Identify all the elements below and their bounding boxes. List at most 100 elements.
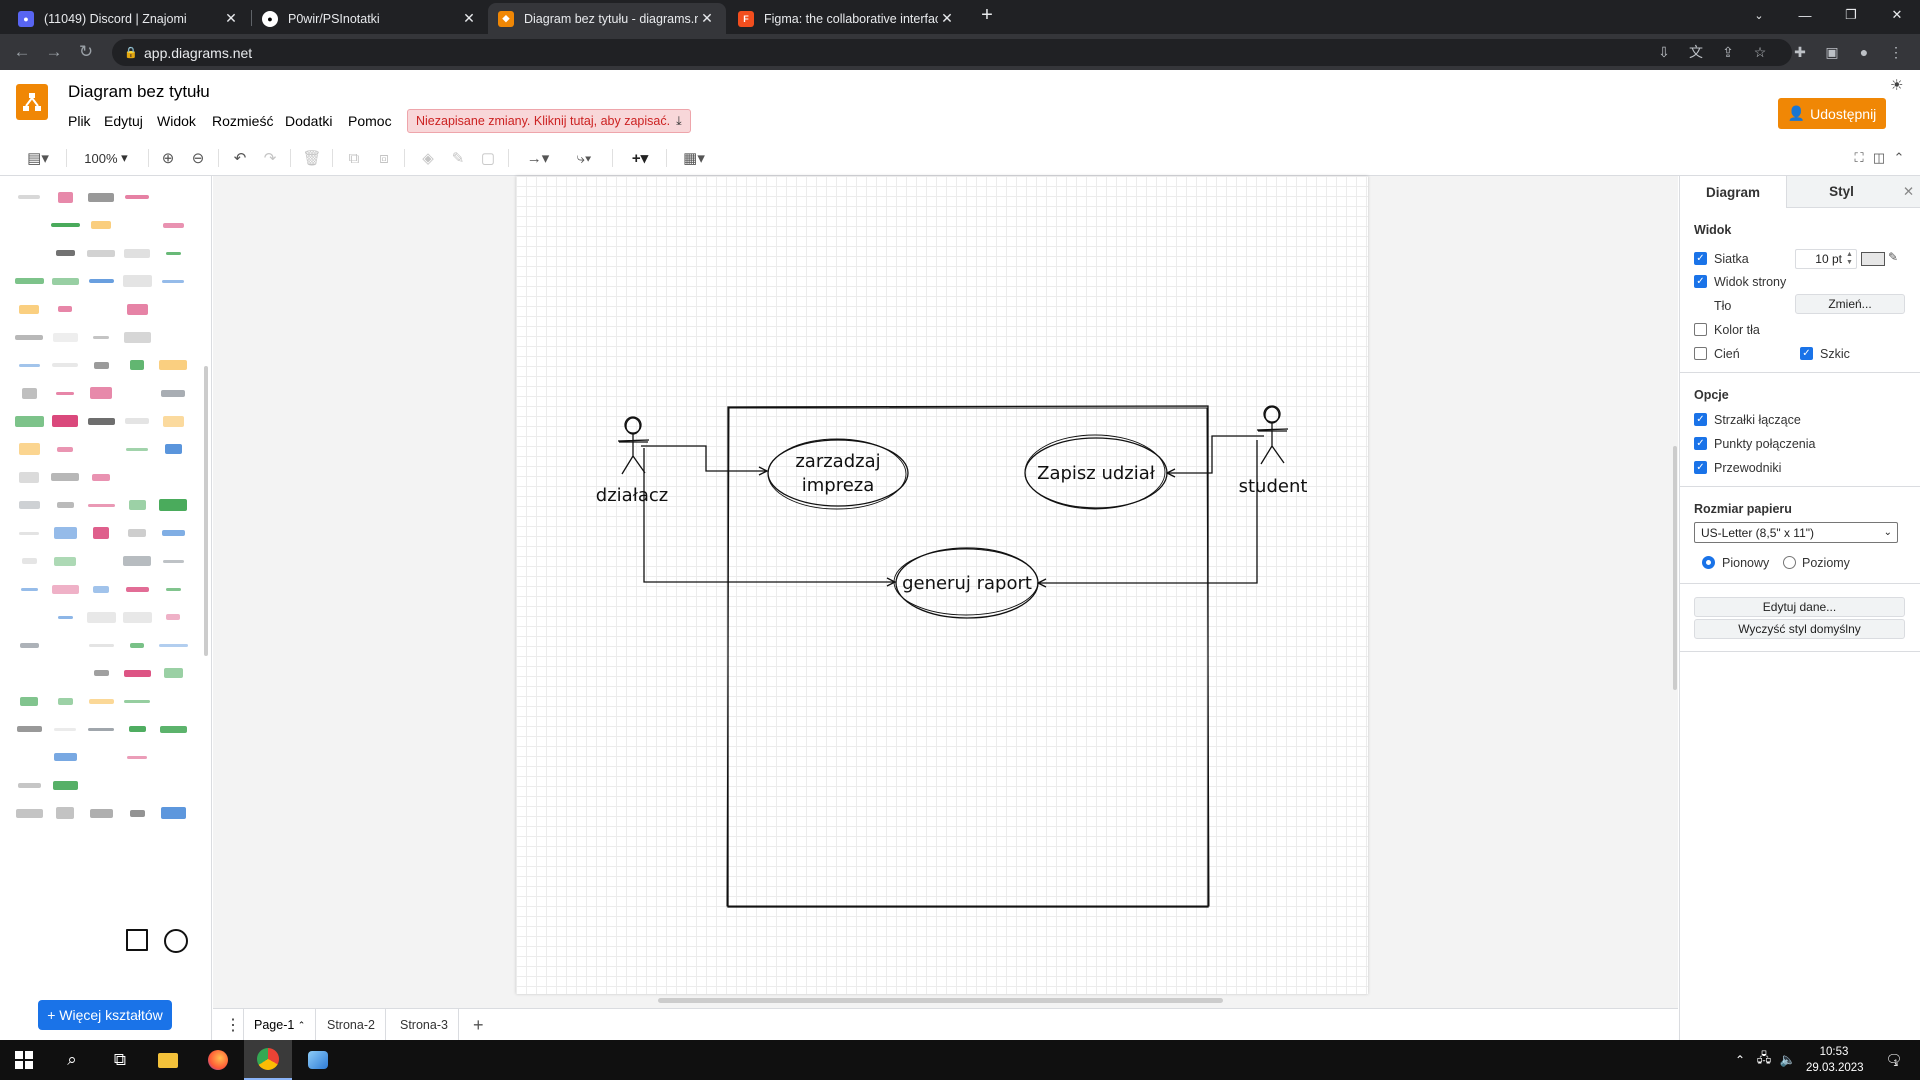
shape-thumbnail[interactable] <box>122 611 152 623</box>
share-button[interactable]: 👤 Udostępnij <box>1778 98 1886 129</box>
profile-icon[interactable]: ● <box>1850 34 1878 70</box>
shape-thumbnail[interactable] <box>57 446 73 452</box>
shape-thumbnail[interactable] <box>163 668 183 678</box>
browser-tab-figma[interactable]: F Figma: the collaborative interface ✕ <box>728 3 966 34</box>
tab-diagram[interactable]: Diagram <box>1680 176 1786 208</box>
shape-thumbnail[interactable] <box>57 615 73 619</box>
shape-thumbnail[interactable] <box>57 697 73 705</box>
chrome-icon[interactable] <box>244 1040 292 1080</box>
new-tab-button[interactable]: + <box>970 0 1004 30</box>
grid-checkbox[interactable]: ✓ <box>1694 252 1707 265</box>
shape-thumbnail[interactable] <box>125 195 149 199</box>
shape-thumbnail[interactable] <box>130 642 144 648</box>
shape-thumbnail[interactable] <box>14 415 44 427</box>
shape-thumbnail[interactable] <box>159 360 187 370</box>
delete-icon[interactable]: 🗑 <box>300 140 324 176</box>
shape-thumbnail[interactable] <box>125 586 149 592</box>
shape-thumbnail[interactable] <box>19 531 39 535</box>
shape-thumbnail[interactable] <box>126 929 148 951</box>
shape-thumbnail[interactable] <box>56 391 74 395</box>
shape-thumbnail[interactable] <box>56 502 74 508</box>
shape-thumbnail[interactable] <box>21 387 37 399</box>
change-background-button[interactable]: Zmień... <box>1795 294 1905 314</box>
tray-chevron-icon[interactable]: ⌃ <box>1728 1040 1752 1080</box>
shape-thumbnail[interactable] <box>87 417 115 425</box>
shape-thumbnail[interactable] <box>123 556 151 566</box>
back-icon[interactable]: ← <box>6 34 38 70</box>
shape-thumbnail[interactable] <box>161 530 185 536</box>
shape-thumbnail[interactable] <box>88 192 114 202</box>
use-case-diagram[interactable]: działacz student zarzadzaj impreza Zapis… <box>516 176 1368 994</box>
notifications-icon[interactable]: 🗨 1 <box>1872 1040 1912 1080</box>
restore-button[interactable]: ❐ <box>1828 0 1874 30</box>
browser-menu-icon[interactable]: ⋮ <box>1882 34 1910 70</box>
shape-thumbnail[interactable] <box>162 222 184 228</box>
forward-icon[interactable]: → <box>38 34 70 70</box>
shape-thumbnail[interactable] <box>19 471 39 483</box>
close-tab-icon[interactable]: ✕ <box>698 10 716 27</box>
sketch-checkbox[interactable]: ✓ <box>1800 347 1813 360</box>
collapse-icon[interactable]: ⌃ <box>1888 140 1910 176</box>
shape-thumbnail[interactable] <box>14 278 44 284</box>
shape-thumbnail[interactable] <box>15 334 43 340</box>
shape-thumbnail[interactable] <box>19 642 39 648</box>
shape-thumbnail[interactable] <box>162 559 184 563</box>
vertical-scrollbar[interactable] <box>1673 446 1677 690</box>
shape-thumbnail[interactable] <box>88 279 114 283</box>
shape-thumbnail[interactable] <box>93 670 109 676</box>
actor-student[interactable] <box>1256 405 1289 465</box>
shape-thumbnail[interactable] <box>20 696 38 706</box>
paint-icon[interactable] <box>294 1040 342 1080</box>
shape-thumbnail[interactable] <box>89 808 113 818</box>
shadow-icon[interactable]: ▢ <box>476 140 500 176</box>
shape-thumbnail[interactable] <box>125 418 149 424</box>
shape-thumbnail[interactable] <box>18 443 40 455</box>
shape-thumbnail[interactable] <box>92 473 110 481</box>
shape-thumbnail[interactable] <box>18 501 40 509</box>
connector-student-zapisz[interactable] <box>1167 435 1264 473</box>
shape-thumbnail[interactable] <box>16 726 42 732</box>
theme-toggle-icon[interactable]: ☀ <box>1890 76 1903 94</box>
to-back-icon[interactable]: ⧈ <box>372 140 396 176</box>
redo-icon[interactable]: ↷ <box>258 140 282 176</box>
more-shapes-button[interactable]: + Więcej kształtów <box>38 1000 172 1030</box>
shape-thumbnail[interactable] <box>52 415 78 427</box>
shadow-checkbox[interactable] <box>1694 347 1707 360</box>
menu-arrange[interactable]: Rozmieść <box>212 113 273 129</box>
shape-thumbnail[interactable] <box>87 503 115 507</box>
shape-thumbnail[interactable] <box>87 249 115 257</box>
shape-thumbnail[interactable] <box>53 753 77 761</box>
shape-thumbnail[interactable] <box>123 331 151 343</box>
shape-thumbnail[interactable] <box>21 558 37 564</box>
tab-style[interactable]: Styl <box>1786 176 1896 208</box>
close-tab-icon[interactable]: ✕ <box>938 10 956 27</box>
shape-thumbnail[interactable] <box>126 303 148 315</box>
shape-thumbnail[interactable] <box>51 473 79 481</box>
shape-thumbnail[interactable] <box>162 279 184 283</box>
fill-color-icon[interactable]: ◈ <box>416 140 440 176</box>
shape-thumbnail[interactable] <box>54 727 76 731</box>
shape-thumbnail[interactable] <box>19 304 39 314</box>
translate-icon[interactable]: 文 <box>1682 34 1710 70</box>
menu-edit[interactable]: Edytuj <box>104 113 143 129</box>
grid-color-swatch[interactable] <box>1861 252 1885 266</box>
shape-thumbnail[interactable] <box>127 755 147 759</box>
connector-dzialacz-zarzadzaj[interactable] <box>641 445 767 471</box>
shape-thumbnail[interactable] <box>56 807 74 819</box>
shape-thumbnail[interactable] <box>164 929 188 953</box>
shape-thumbnail[interactable] <box>88 643 114 647</box>
install-app-icon[interactable]: ⇩ <box>1650 34 1678 70</box>
connection-arrows-checkbox[interactable]: ✓ <box>1694 413 1707 426</box>
task-view-icon[interactable]: ⧉ <box>96 1040 144 1080</box>
side-panel-icon[interactable]: ▣ <box>1818 34 1846 70</box>
menu-extras[interactable]: Dodatki <box>285 113 332 129</box>
browser-tab-discord[interactable]: ● (11049) Discord | Znajomi ✕ <box>8 3 250 34</box>
menu-help[interactable]: Pomoc <box>348 113 392 129</box>
shape-thumbnail[interactable] <box>164 444 182 454</box>
landscape-radio[interactable] <box>1783 556 1796 569</box>
document-title[interactable]: Diagram bez tytułu <box>68 82 210 102</box>
windows-start-icon[interactable] <box>0 1040 48 1080</box>
network-icon[interactable]: 🖧 <box>1752 1040 1776 1080</box>
shape-thumbnail[interactable] <box>55 250 75 256</box>
connection-points-checkbox[interactable]: ✓ <box>1694 437 1707 450</box>
